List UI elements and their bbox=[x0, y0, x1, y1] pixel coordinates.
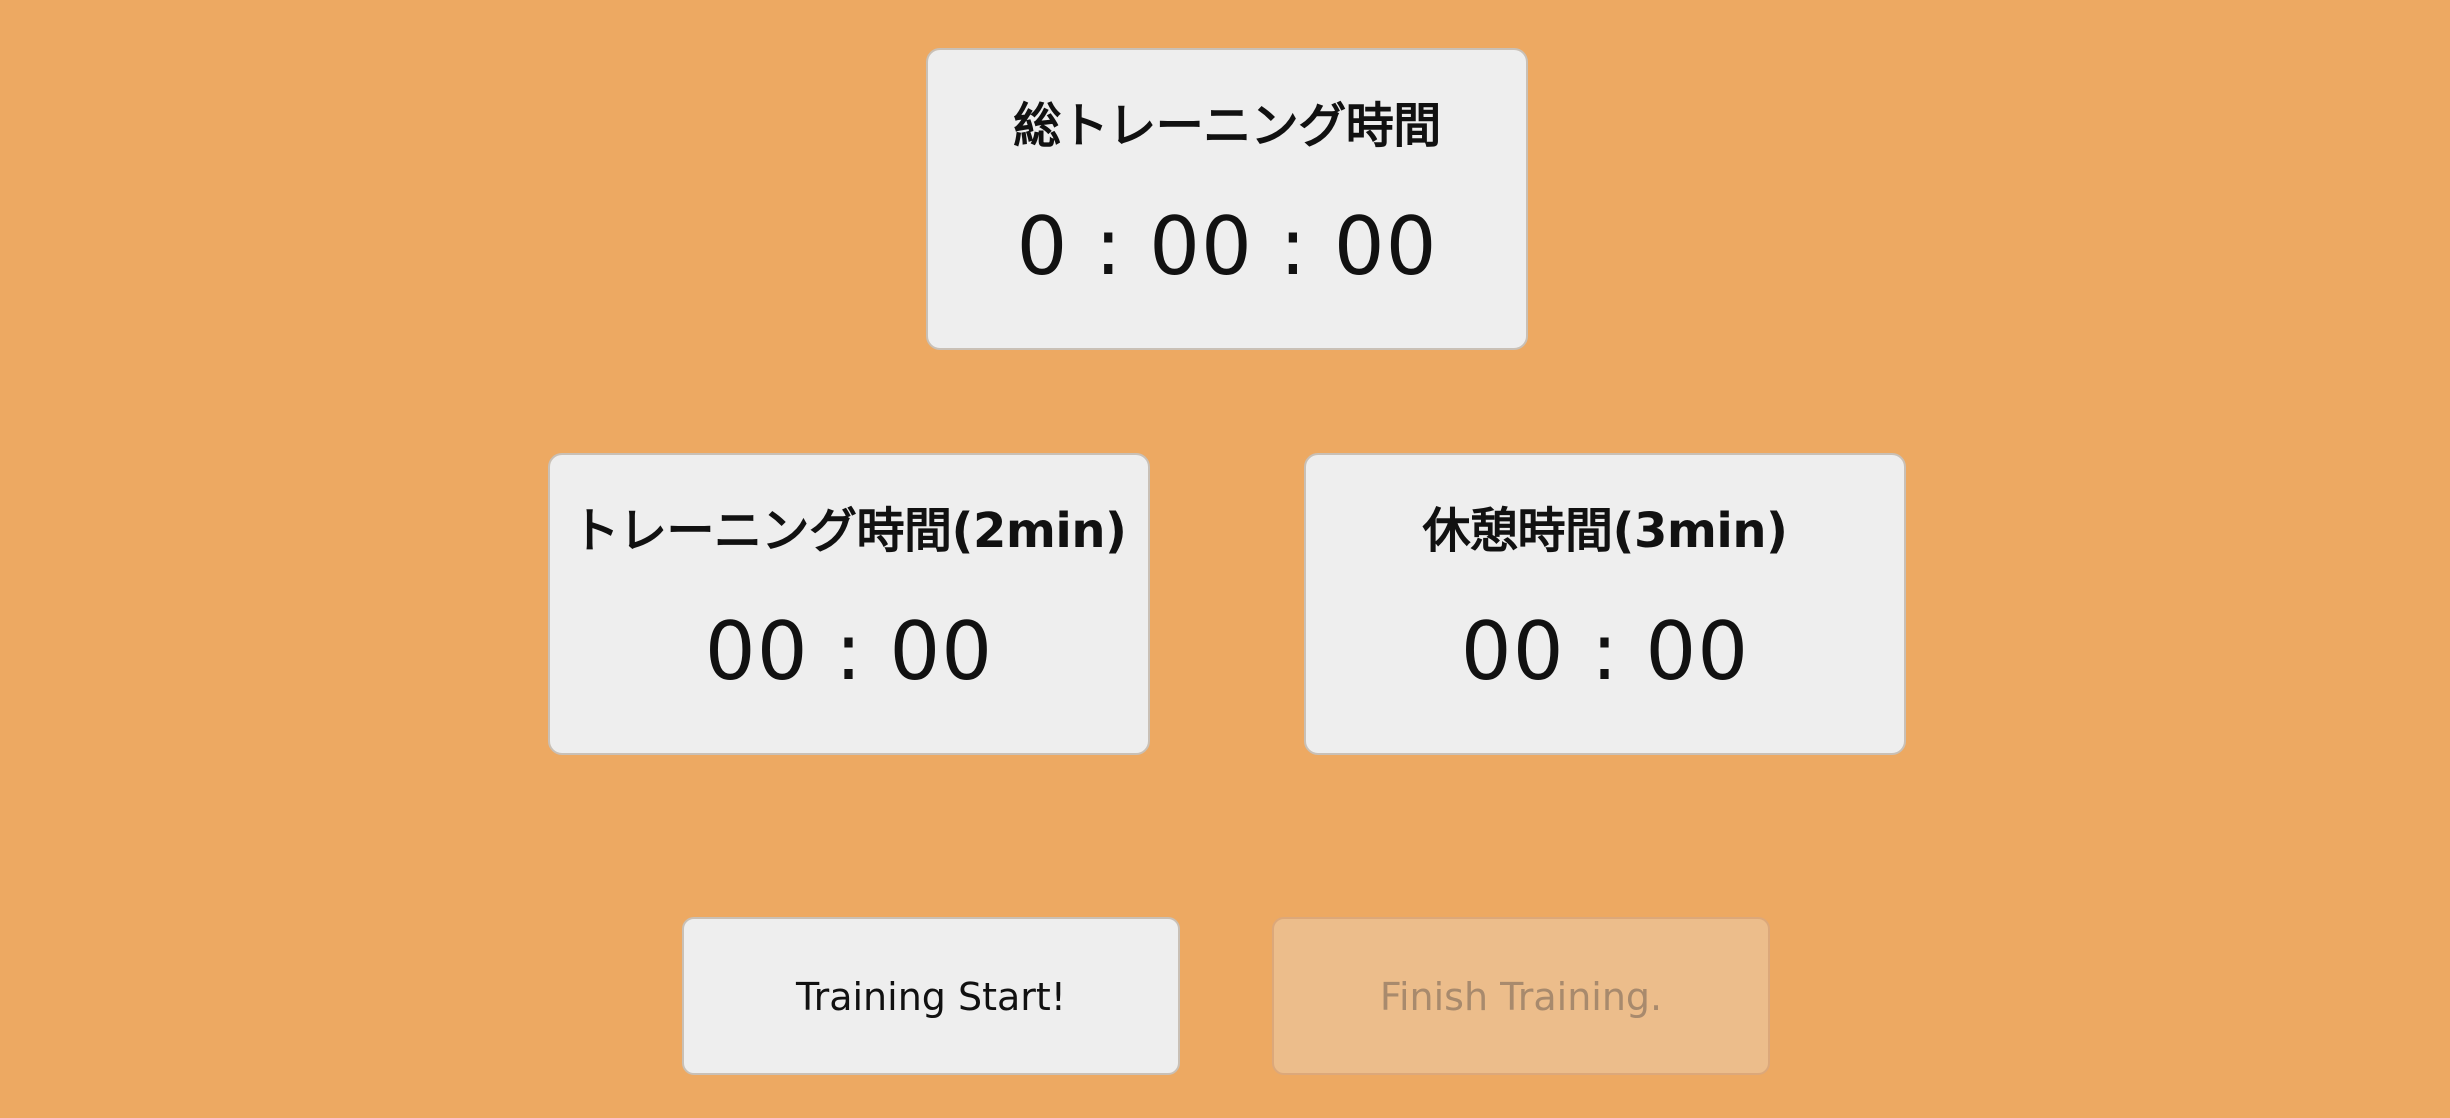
rest-time-display: 00 : 00 bbox=[1460, 605, 1750, 698]
rest-time-card: 休憩時間(3min) 00 : 00 bbox=[1304, 453, 1906, 755]
total-training-time-display: 0 : 00 : 00 bbox=[1016, 200, 1438, 293]
training-start-button[interactable]: Training Start! bbox=[682, 917, 1180, 1075]
total-training-time-card: 総トレーニング時間 0 : 00 : 00 bbox=[926, 48, 1528, 350]
total-training-time-title: 総トレーニング時間 bbox=[1013, 98, 1441, 154]
training-time-card: トレーニング時間(2min) 00 : 00 bbox=[548, 453, 1150, 755]
training-time-display: 00 : 00 bbox=[704, 605, 994, 698]
rest-time-title: 休憩時間(3min) bbox=[1422, 503, 1788, 559]
training-time-title: トレーニング時間(2min) bbox=[571, 503, 1127, 559]
training-timer-page: 総トレーニング時間 0 : 00 : 00 トレーニング時間(2min) 00 … bbox=[0, 0, 2450, 1118]
finish-training-button[interactable]: Finish Training. bbox=[1272, 917, 1770, 1075]
